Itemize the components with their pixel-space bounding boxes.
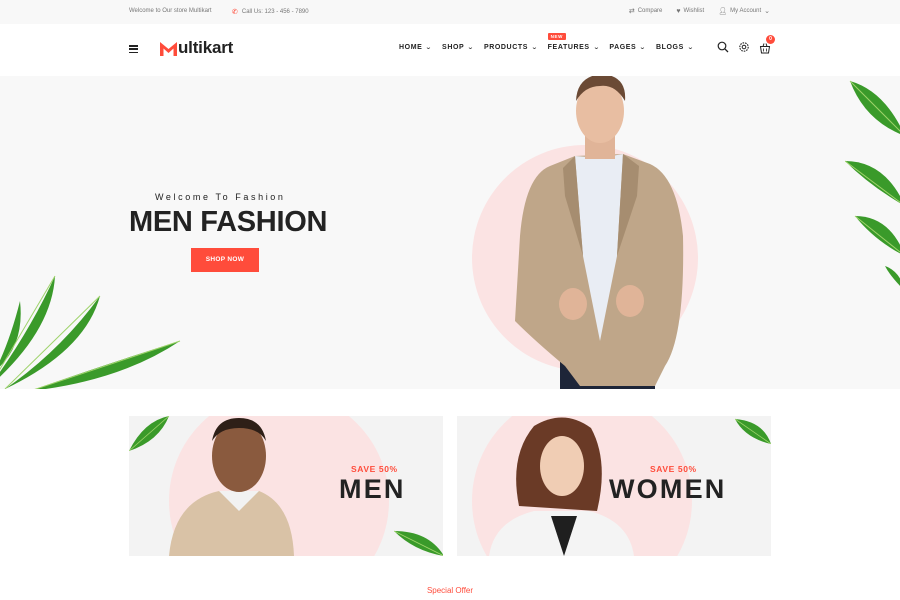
user-icon: 👤︎ (718, 8, 728, 15)
phone-icon: ✆ (232, 9, 238, 16)
cart-count-badge: 0 (766, 35, 775, 44)
chevron-down-icon: ⌄ (764, 8, 770, 15)
menu-icon[interactable] (129, 45, 138, 54)
chevron-down-icon: ⌄ (592, 45, 601, 51)
nav-shop-label: SHOP (442, 44, 465, 51)
special-offer-heading: Special Offer (426, 586, 474, 595)
phone-info: ✆ Call Us: 123 - 456 - 7890 (232, 8, 309, 16)
nav-shop[interactable]: SHOP ⌄ (442, 44, 474, 51)
cart-button[interactable]: 0 (759, 35, 775, 54)
banner-men-label: MEN (339, 474, 406, 504)
shop-now-button[interactable]: SHOP NOW (191, 248, 259, 272)
nav-products[interactable]: PRODUCTS ⌄ (484, 44, 538, 51)
banner-men-save: SAVE 50% (351, 464, 398, 474)
site-logo[interactable]: ultikart (160, 38, 233, 58)
heart-icon: ♥ (676, 7, 681, 15)
top-bar: Welcome to Our store Multikart ✆ Call Us… (0, 0, 900, 24)
men-model-image (169, 418, 294, 556)
compare-icon: ⇄ (628, 8, 635, 15)
new-badge: NEW (547, 33, 566, 40)
banner-men[interactable]: SAVE 50% MEN (129, 416, 443, 556)
compare-link[interactable]: ⇄ Compare (629, 7, 663, 15)
main-nav: HOME ⌄ SHOP ⌄ PRODUCTS ⌄ NEW FEATURES ⌄ PAGE… (399, 33, 694, 51)
leaf-decoration-icon (0, 275, 181, 389)
logo-m-icon (160, 42, 177, 56)
hero-banner: Welcome To Fashion MEN FASHION SHOP NOW (0, 76, 900, 389)
settings-icon[interactable] (738, 41, 750, 53)
wishlist-link[interactable]: ♥ Wishlist (676, 7, 704, 15)
wishlist-label: Wishlist (683, 8, 705, 14)
nav-blogs-label: BLOGS (655, 44, 684, 51)
nav-pages-label: PAGES (609, 44, 637, 51)
nav-features[interactable]: NEW FEATURES ⌄ (547, 33, 601, 51)
leaf-decoration-icon (845, 80, 900, 286)
hero-subtitle: Welcome To Fashion (155, 192, 286, 202)
banner-women-save: SAVE 50% (650, 464, 697, 474)
hero-model-image (515, 76, 684, 389)
compare-label: Compare (637, 8, 663, 14)
search-icon[interactable] (717, 41, 729, 53)
nav-home[interactable]: HOME ⌄ (399, 44, 432, 51)
account-label: My Account (730, 8, 762, 14)
header-icons: 0 (717, 35, 775, 54)
chevron-down-icon: ⌄ (467, 45, 475, 51)
phone-text: Call Us: 123 - 456 - 7890 (241, 9, 309, 15)
account-dropdown[interactable]: 👤︎ My Account ⌄ (718, 7, 770, 15)
hero-title: MEN FASHION (129, 206, 328, 238)
logo-text: ultikart (178, 38, 234, 57)
chevron-down-icon: ⌄ (425, 45, 433, 51)
nav-blogs[interactable]: BLOGS ⌄ (656, 44, 694, 51)
banner-women[interactable]: SAVE 50% WOMEN (457, 416, 771, 556)
chevron-down-icon: ⌄ (639, 45, 647, 51)
chevron-down-icon: ⌄ (687, 45, 695, 51)
nav-features-label: FEATURES (547, 44, 590, 51)
nav-home-label: HOME (399, 44, 423, 51)
banner-women-label: WOMEN (609, 474, 727, 504)
welcome-text: Welcome to Our store Multikart (129, 8, 212, 14)
main-header: ultikart HOME ⌄ SHOP ⌄ PRODUCTS ⌄ NEW FEATU… (0, 24, 900, 76)
nav-products-label: PRODUCTS (483, 44, 529, 51)
top-bar-links: ⇄ Compare ♥ Wishlist 👤︎ My Account ⌄ (629, 7, 770, 16)
nav-pages[interactable]: PAGES ⌄ (609, 44, 646, 51)
chevron-down-icon: ⌄ (531, 45, 539, 51)
leaf-decoration-icon (735, 418, 771, 444)
leaf-decoration-icon (394, 530, 443, 556)
